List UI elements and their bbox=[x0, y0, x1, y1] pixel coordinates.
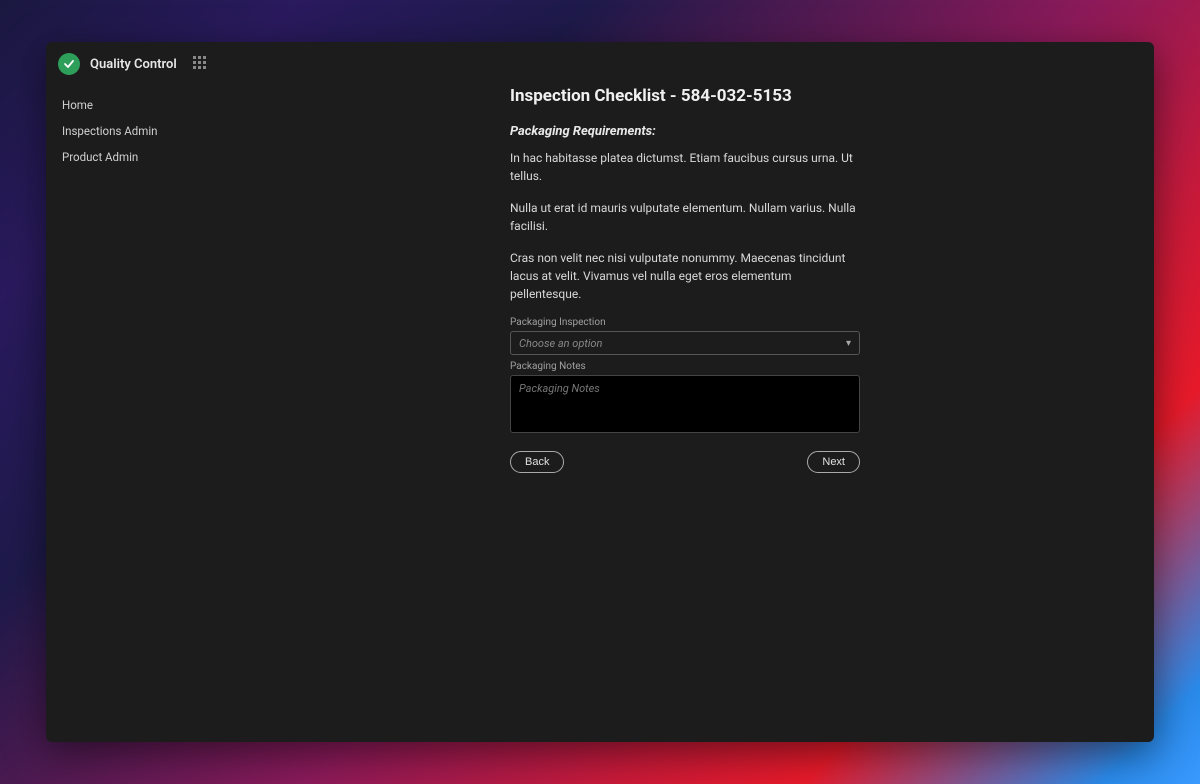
inspection-field-label: Packaging Inspection bbox=[510, 317, 860, 328]
button-row: Back Next bbox=[510, 451, 860, 473]
app-title: Quality Control bbox=[90, 57, 177, 72]
next-button[interactable]: Next bbox=[807, 451, 860, 473]
chevron-down-icon: ▾ bbox=[846, 338, 851, 349]
packaging-inspection-select[interactable]: Choose an option ▾ bbox=[510, 331, 860, 355]
requirement-paragraph: Cras non velit nec nisi vulputate nonumm… bbox=[510, 249, 860, 303]
section-title: Packaging Requirements: bbox=[510, 124, 860, 139]
sidebar: Home Inspections Admin Product Admin bbox=[46, 86, 216, 742]
app-logo bbox=[58, 53, 80, 75]
topbar: Quality Control bbox=[46, 42, 1154, 86]
content-wrap: Inspection Checklist - 584-032-5153 Pack… bbox=[216, 86, 1154, 742]
packaging-notes-textarea[interactable] bbox=[510, 375, 860, 433]
body: Home Inspections Admin Product Admin Ins… bbox=[46, 86, 1154, 742]
app-window: Quality Control Home Inspections Admin P… bbox=[46, 42, 1154, 742]
requirement-paragraph: Nulla ut erat id mauris vulputate elemen… bbox=[510, 199, 860, 235]
notes-field-label: Packaging Notes bbox=[510, 361, 860, 372]
main-content: Inspection Checklist - 584-032-5153 Pack… bbox=[510, 86, 860, 742]
nav-item-product-admin[interactable]: Product Admin bbox=[58, 144, 216, 170]
requirement-paragraph: In hac habitasse platea dictumst. Etiam … bbox=[510, 149, 860, 185]
app-launcher-icon[interactable] bbox=[193, 56, 209, 72]
nav-item-home[interactable]: Home bbox=[58, 92, 216, 118]
nav-item-inspections-admin[interactable]: Inspections Admin bbox=[58, 118, 216, 144]
back-button[interactable]: Back bbox=[510, 451, 564, 473]
select-placeholder: Choose an option bbox=[519, 337, 602, 350]
checkmark-icon bbox=[63, 58, 75, 70]
page-title: Inspection Checklist - 584-032-5153 bbox=[510, 86, 860, 106]
